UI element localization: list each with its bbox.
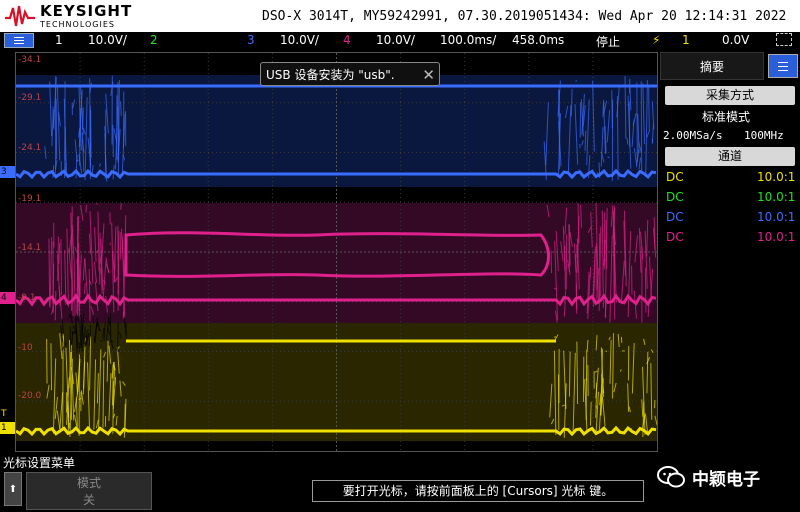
menu-title: 光标设置菜单	[3, 454, 75, 471]
channel-coupling: DC	[666, 170, 684, 184]
ch3-scale[interactable]: 10.0V/	[280, 33, 319, 47]
cursor-hint: 要打开光标，请按前面板上的 [Cursors] 光标 键。	[312, 480, 644, 502]
ch1-scale[interactable]: 10.0V/	[88, 33, 127, 47]
waveform-display[interactable]: -34.1 -29.1 -24.1 -19.1 -14.1 -9.1 -10 -…	[15, 52, 658, 452]
cursor-mode-value: 关	[27, 492, 151, 509]
trigger-source[interactable]: 1	[682, 33, 690, 47]
level-label: -19.1	[18, 194, 41, 204]
main-menu-button[interactable]	[4, 33, 34, 48]
acquisition-mode: 标准模式	[702, 108, 750, 125]
summary-panel: 摘要 采集方式 标准模式 2.00MSa/s 100MHz 通道 DC 10.0:…	[660, 52, 800, 452]
trigger-edge-icon: ⚡	[652, 33, 660, 47]
delay-value[interactable]: 458.0ms	[512, 33, 564, 47]
channel-probe-ratio: 10.0:1	[757, 230, 795, 244]
ch3-number[interactable]: 3	[247, 33, 255, 47]
softkey-menu: 光标设置菜单 ⬆ 模式 关 要打开光标，请按前面板上的 [Cursors] 光标…	[0, 452, 800, 512]
timebase-value[interactable]: 100.0ms/	[440, 33, 496, 47]
ch-burst-dark	[118, 322, 119, 351]
ch3-burst	[612, 90, 613, 128]
acquisition-header: 采集方式	[665, 86, 795, 105]
wechat-icon	[656, 465, 686, 489]
watermark: 中颖电子	[656, 464, 760, 490]
brand-subtitle: TECHNOLOGIES	[40, 21, 132, 29]
ch4-burst	[121, 203, 122, 209]
ch2-number[interactable]: 2	[150, 33, 158, 47]
panel-menu-icon[interactable]	[768, 54, 798, 78]
level-label: -29.1	[18, 93, 41, 103]
close-icon[interactable]: ✕	[422, 63, 435, 87]
keysight-wave-icon	[4, 4, 36, 28]
ch3-ground-marker[interactable]: 3	[0, 166, 15, 178]
waveform-canvas	[16, 53, 657, 451]
cursor-mode-button[interactable]: 模式 关	[26, 472, 152, 510]
ch1-burst	[51, 343, 52, 390]
sample-rate: 2.00MSa/s	[663, 129, 723, 142]
ch1-burst	[554, 337, 556, 338]
ch1-number[interactable]: 1	[55, 33, 63, 47]
channel-coupling: DC	[666, 210, 684, 224]
channel-status-bar: 1 10.0V/ 2 3 10.0V/ 4 10.0V/ 100.0ms/ 45…	[0, 32, 800, 50]
header-bar: KEYSIGHT TECHNOLOGIES DSO-X 3014T, MY592…	[0, 0, 800, 32]
channel-probe-ratio: 10.0:1	[757, 170, 795, 184]
level-label: -14.1	[18, 243, 41, 253]
ch4-burst	[645, 267, 646, 312]
ch3-burst	[113, 125, 114, 157]
channel-probe-ratio: 10.0:1	[757, 190, 795, 204]
trigger-level[interactable]: 0.0V	[722, 33, 749, 47]
ch4-number[interactable]: 4	[343, 33, 351, 47]
level-label: -34.1	[18, 55, 41, 65]
keysight-logo: KEYSIGHT TECHNOLOGIES	[4, 2, 132, 30]
watermark-text: 中颖电子	[692, 465, 760, 490]
ch4-scale[interactable]: 10.0V/	[376, 33, 415, 47]
channel-coupling: DC	[666, 230, 684, 244]
ch4-burst	[53, 263, 54, 311]
instrument-info: DSO-X 3014T, MY59242991, 07.30.201905143…	[262, 9, 786, 24]
level-label: -9.1	[18, 293, 36, 303]
ch-burst-dark	[117, 351, 119, 352]
level-label: -10	[18, 343, 33, 353]
ch1-ground-marker[interactable]: 1	[0, 422, 15, 434]
run-state: 停止	[596, 33, 620, 50]
screen-select-icon[interactable]	[776, 33, 792, 46]
ch4-burst	[97, 203, 98, 204]
ch1-burst	[586, 350, 587, 420]
ch1-burst	[569, 352, 570, 397]
brand-name: KEYSIGHT	[40, 4, 132, 19]
oscilloscope-screen: KEYSIGHT TECHNOLOGIES DSO-X 3014T, MY592…	[0, 0, 800, 512]
ch4-burst	[577, 245, 578, 258]
trigger-marker[interactable]: T	[0, 409, 15, 419]
ch3-burst	[585, 131, 586, 151]
back-up-button[interactable]: ⬆	[4, 472, 22, 506]
ch3-burst	[603, 102, 604, 117]
ch3-burst	[576, 80, 577, 82]
level-label: -24.1	[18, 143, 41, 153]
ch3-burst	[90, 78, 91, 167]
level-label: -20.0	[18, 391, 41, 401]
ch3-burst	[121, 101, 122, 116]
channel-coupling: DC	[666, 190, 684, 204]
ch3-burst	[607, 157, 609, 158]
ch1-burst	[590, 402, 591, 426]
ch-burst-dark	[72, 316, 73, 317]
channels-header: 通道	[665, 147, 795, 166]
ch4-burst	[85, 283, 86, 294]
usb-notification-text: USB 设备安装为 "usb".	[266, 68, 395, 82]
usb-notification: USB 设备安装为 "usb". ✕	[260, 62, 440, 86]
ch4-ground-marker[interactable]: 4	[0, 292, 15, 304]
channel-probe-ratio: 10.0:1	[757, 210, 795, 224]
summary-title[interactable]: 摘要	[660, 52, 764, 80]
ch4-burst	[61, 239, 62, 295]
cursor-mode-label: 模式	[27, 475, 151, 492]
bandwidth: 100MHz	[744, 129, 784, 142]
